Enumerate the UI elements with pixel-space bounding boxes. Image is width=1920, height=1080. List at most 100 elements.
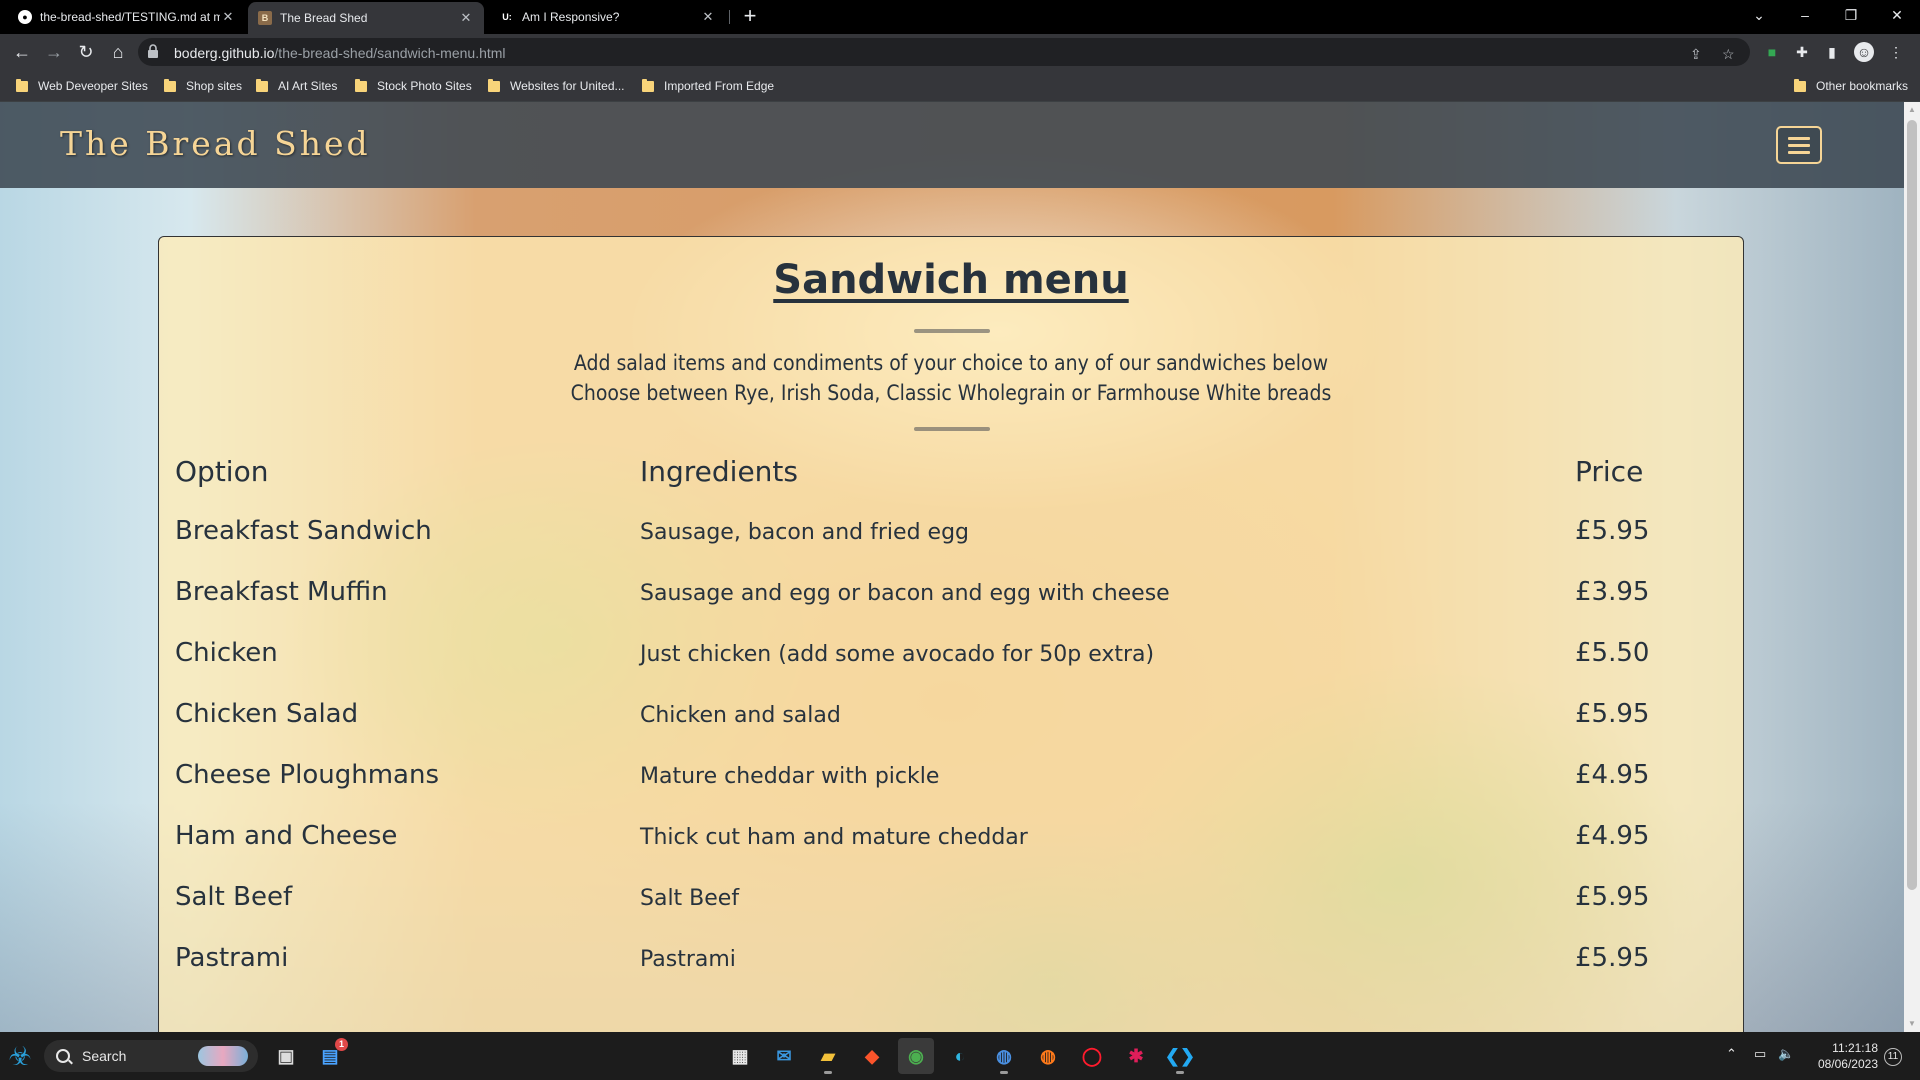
bookmark-folder[interactable]: AI Art Sites — [256, 77, 337, 95]
bookmark-label: Stock Photo Sites — [377, 79, 472, 93]
bookmark-folder[interactable]: Imported From Edge — [642, 77, 774, 95]
column-header-price: Price — [1575, 455, 1644, 488]
item-ingredients: Chicken and salad — [640, 703, 841, 728]
item-option: Pastrami — [175, 943, 289, 973]
task-view-icon[interactable]: ▣ — [268, 1038, 304, 1074]
mail-icon[interactable]: ✉ — [766, 1038, 802, 1074]
forward-button[interactable]: → — [42, 40, 66, 64]
item-option: Ham and Cheese — [175, 821, 398, 851]
slack-icon[interactable]: ✱ — [1118, 1038, 1154, 1074]
close-tab-icon[interactable]: ✕ — [700, 9, 716, 25]
item-price: £5.95 — [1575, 943, 1650, 973]
item-price: £5.95 — [1575, 699, 1650, 729]
other-bookmarks-folder[interactable]: Other bookmarks — [1794, 77, 1908, 95]
volume-icon[interactable]: 🔈 — [1778, 1046, 1794, 1062]
back-button[interactable]: ← — [10, 40, 34, 64]
bookmark-folder[interactable]: Shop sites — [164, 77, 242, 95]
item-price: £4.95 — [1575, 760, 1650, 790]
bookmarks-bar: Web Deveoper Sites Shop sites AI Art Sit… — [0, 70, 1920, 102]
table-row: Ham and Cheese Thick cut ham and mature … — [175, 821, 1725, 882]
share-icon[interactable]: ⇪ — [1690, 46, 1702, 63]
bookmark-label: Other bookmarks — [1816, 79, 1909, 93]
bookmark-label: Imported From Edge — [664, 79, 775, 93]
taskbar-search-box[interactable]: Search — [44, 1040, 258, 1072]
side-panel-icon[interactable]: ▮ — [1822, 42, 1842, 62]
minimize-button[interactable]: – — [1782, 0, 1828, 30]
item-option: Chicken Salad — [175, 699, 359, 729]
item-ingredients: Thick cut ham and mature cheddar — [640, 825, 1028, 850]
item-option: Chicken — [175, 638, 278, 668]
bookmark-star-icon[interactable]: ☆ — [1722, 46, 1735, 63]
bookmark-folder[interactable]: Websites for United... — [488, 77, 625, 95]
address-bar[interactable]: boderg.github.io/the-bread-shed/sandwich… — [138, 38, 1750, 66]
column-header-ingredients: Ingredients — [640, 455, 798, 488]
network-icon[interactable]: ▭ — [1754, 1046, 1766, 1062]
table-row: Breakfast Sandwich Sausage, bacon and fr… — [175, 516, 1725, 577]
scrollbar-thumb[interactable] — [1907, 120, 1917, 890]
menu-bar-icon — [1788, 144, 1810, 147]
close-tab-icon[interactable]: ✕ — [458, 10, 474, 26]
chrome-icon[interactable]: ◉ — [898, 1038, 934, 1074]
widgets-icon[interactable]: ▤ 1 — [312, 1038, 348, 1074]
firefox-icon[interactable]: ◍ — [1030, 1038, 1066, 1074]
new-tab-button[interactable]: + — [737, 4, 763, 30]
kebab-menu-icon[interactable]: ⋮ — [1886, 42, 1906, 62]
lock-icon[interactable] — [148, 44, 158, 58]
tab-title: the-bread-shed/TESTING.md at m — [40, 10, 220, 24]
bookmark-label: AI Art Sites — [278, 79, 338, 93]
page-scrollbar[interactable]: ▲ ▼ — [1904, 102, 1920, 1032]
edge-icon[interactable]: ◐ — [942, 1038, 978, 1074]
brave-browser-icon[interactable]: ◆ — [854, 1038, 890, 1074]
extensions-puzzle-icon[interactable]: ✚ — [1792, 42, 1812, 62]
scroll-up-arrow-icon[interactable]: ▲ — [1904, 102, 1920, 118]
site-logo[interactable]: The Bread Shed — [60, 124, 371, 163]
folder-icon — [256, 78, 268, 92]
item-option: Breakfast Muffin — [175, 577, 388, 607]
reload-button[interactable]: ↻ — [74, 40, 98, 64]
clock-time: 11:21:18 — [1832, 1041, 1878, 1055]
tab-am-i-responsive[interactable]: U: Am I Responsive? ✕ — [490, 0, 726, 34]
profile-avatar[interactable]: ☺ — [1854, 42, 1874, 62]
close-window-button[interactable]: ✕ — [1874, 0, 1920, 30]
bookmark-folder[interactable]: Web Deveoper Sites — [16, 77, 148, 95]
table-row: Cheese Ploughmans Mature cheddar with pi… — [175, 760, 1725, 821]
notification-center-count[interactable]: 11 — [1884, 1048, 1902, 1066]
bookmark-label: Websites for United... — [510, 79, 625, 93]
folder-icon — [164, 78, 176, 92]
item-option: Salt Beef — [175, 882, 293, 912]
browser-toolbar: ← → ↻ ⌂ boderg.github.io/the-bread-shed/… — [0, 34, 1920, 70]
taskbar-clock[interactable]: 11:21:18 08/06/2023 — [1798, 1040, 1878, 1072]
table-row: Chicken Salad Chicken and salad £5.95 — [175, 699, 1725, 760]
tab-bread-shed[interactable]: B The Bread Shed ✕ — [248, 2, 484, 34]
item-price: £5.95 — [1575, 882, 1650, 912]
tab-github-testing[interactable]: ● the-bread-shed/TESTING.md at m ✕ — [8, 0, 246, 34]
search-highlight-art — [198, 1046, 248, 1066]
start-biohazard-icon[interactable]: ☣ — [4, 1040, 36, 1072]
item-price: £3.95 — [1575, 577, 1650, 607]
item-ingredients: Mature cheddar with pickle — [640, 764, 940, 789]
folder-icon — [488, 78, 500, 92]
tab-search-chevron-icon[interactable]: ⌄ — [1736, 0, 1782, 30]
item-option: Cheese Ploughmans — [175, 760, 439, 790]
tray-chevron-icon[interactable]: ⌃ — [1726, 1046, 1737, 1062]
file-explorer-icon[interactable]: ▰ — [810, 1038, 846, 1074]
notification-badge: 1 — [335, 1038, 348, 1051]
bookmark-folder[interactable]: Stock Photo Sites — [355, 77, 472, 95]
vscode-icon[interactable]: ❮❯ — [1162, 1038, 1198, 1074]
restore-button[interactable]: ❐ — [1828, 0, 1874, 30]
url-text[interactable]: boderg.github.io/the-bread-shed/sandwich… — [174, 45, 506, 61]
close-tab-icon[interactable]: ✕ — [220, 9, 236, 25]
intro-text-line-2: Choose between Rye, Irish Soda, Classic … — [570, 381, 1332, 405]
tab-separator — [729, 10, 730, 24]
home-button[interactable]: ⌂ — [106, 40, 130, 64]
extension-status-icon[interactable]: ■ — [1762, 42, 1782, 62]
item-price: £5.50 — [1575, 638, 1650, 668]
scroll-down-arrow-icon[interactable]: ▼ — [1904, 1016, 1920, 1032]
opera-icon[interactable]: ◯ — [1074, 1038, 1110, 1074]
microsoft-store-icon[interactable]: ▦ — [722, 1038, 758, 1074]
item-ingredients: Pastrami — [640, 947, 736, 972]
firefox-developer-icon[interactable]: ◍ — [986, 1038, 1022, 1074]
item-option: Breakfast Sandwich — [175, 516, 432, 546]
hamburger-menu-button[interactable] — [1776, 126, 1822, 164]
url-path: /the-bread-shed/sandwich-menu.html — [274, 45, 506, 61]
